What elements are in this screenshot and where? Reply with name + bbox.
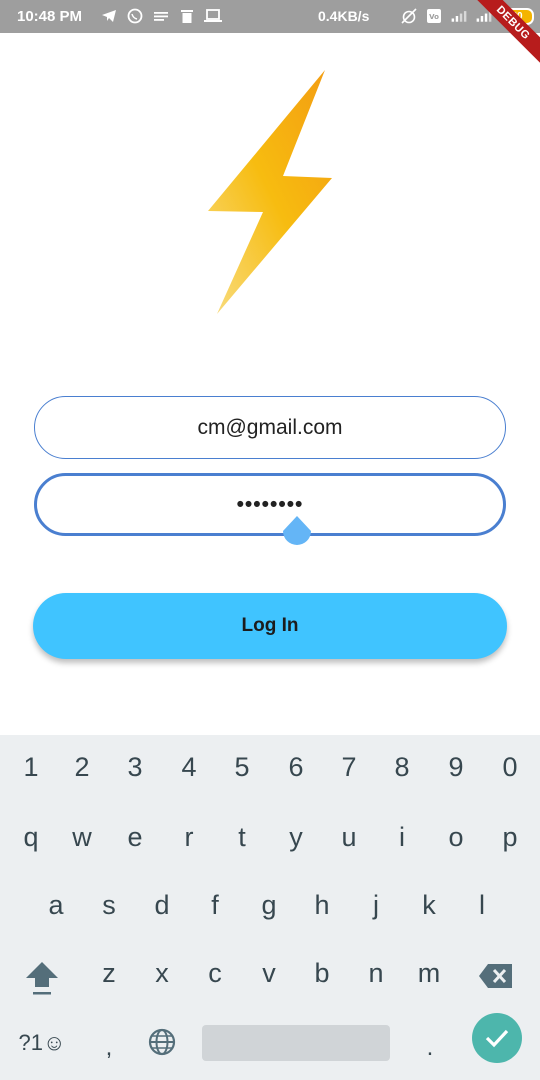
- key-p[interactable]: p: [486, 809, 534, 865]
- key-k[interactable]: k: [405, 877, 453, 933]
- key-v[interactable]: v: [245, 945, 293, 1001]
- key-comma[interactable]: ,: [85, 1020, 133, 1076]
- key-h[interactable]: h: [298, 877, 346, 933]
- key-period[interactable]: .: [406, 1020, 454, 1076]
- key-1[interactable]: 1: [7, 739, 55, 795]
- whatsapp-icon: [126, 7, 144, 25]
- key-5[interactable]: 5: [218, 739, 266, 795]
- shift-key-icon[interactable]: [23, 960, 61, 996]
- trash-icon: [178, 7, 196, 25]
- svg-text:Vo: Vo: [429, 13, 439, 21]
- key-n[interactable]: n: [352, 945, 400, 1001]
- key-g[interactable]: g: [245, 877, 293, 933]
- email-value: cm@gmail.com: [197, 415, 343, 439]
- login-button-label: Log In: [241, 615, 299, 636]
- key-3[interactable]: 3: [111, 739, 159, 795]
- checkmark-icon: [485, 1029, 509, 1048]
- key-s[interactable]: s: [85, 877, 133, 933]
- keyboard-row-1: q w e r t y u i o p: [0, 809, 540, 869]
- key-f[interactable]: f: [191, 877, 239, 933]
- status-time: 10:48 PM: [17, 8, 83, 25]
- key-u[interactable]: u: [325, 809, 373, 865]
- enter-key[interactable]: [472, 1013, 522, 1063]
- key-8[interactable]: 8: [378, 739, 426, 795]
- keyboard-row-2: a s d f g h j k l: [0, 877, 540, 937]
- key-6[interactable]: 6: [272, 739, 320, 795]
- key-2[interactable]: 2: [58, 739, 106, 795]
- key-r[interactable]: r: [165, 809, 213, 865]
- network-speed: 0.4KB/s: [318, 8, 370, 24]
- key-o[interactable]: o: [432, 809, 480, 865]
- key-a[interactable]: a: [32, 877, 80, 933]
- key-7[interactable]: 7: [325, 739, 373, 795]
- key-9[interactable]: 9: [432, 739, 480, 795]
- key-y[interactable]: y: [272, 809, 320, 865]
- key-i[interactable]: i: [378, 809, 426, 865]
- alarm-off-icon: [400, 7, 418, 25]
- globe-icon[interactable]: [147, 1027, 177, 1057]
- password-value: ••••••••: [236, 492, 304, 516]
- key-0[interactable]: 0: [486, 739, 534, 795]
- soft-keyboard: 1 2 3 4 5 6 7 8 9 0 q w e r t y u i o p …: [0, 735, 540, 1080]
- login-button[interactable]: Log In: [33, 593, 507, 659]
- backspace-key-icon[interactable]: [478, 963, 514, 989]
- lightning-bolt-logo: [208, 70, 332, 314]
- key-t[interactable]: t: [218, 809, 266, 865]
- key-4[interactable]: 4: [165, 739, 213, 795]
- key-e[interactable]: e: [111, 809, 159, 865]
- key-c[interactable]: c: [191, 945, 239, 1001]
- keyboard-row-3: z x c v b n m: [0, 945, 540, 1005]
- key-m[interactable]: m: [405, 945, 453, 1001]
- laptop-icon: [204, 7, 222, 25]
- key-q[interactable]: q: [7, 809, 55, 865]
- email-field[interactable]: cm@gmail.com: [34, 396, 506, 459]
- key-j[interactable]: j: [352, 877, 400, 933]
- key-b[interactable]: b: [298, 945, 346, 1001]
- status-icons-left: [100, 7, 222, 25]
- volte-icon: Vo: [425, 7, 443, 25]
- space-bar[interactable]: [202, 1025, 390, 1061]
- key-w[interactable]: w: [58, 809, 106, 865]
- key-d[interactable]: d: [138, 877, 186, 933]
- keyboard-row-numbers: 1 2 3 4 5 6 7 8 9 0: [0, 739, 540, 799]
- key-z[interactable]: z: [85, 945, 133, 1001]
- text-cursor-handle[interactable]: [282, 516, 312, 553]
- symbols-key[interactable]: ?1☺: [12, 1015, 72, 1071]
- status-bar: 10:48 PM 0.4KB/s Vo 80 DEBUG: [0, 0, 540, 69]
- key-x[interactable]: x: [138, 945, 186, 1001]
- password-field[interactable]: ••••••••: [34, 473, 506, 536]
- signal-4g-icon: [450, 7, 468, 25]
- notes-icon: [152, 7, 170, 25]
- key-l[interactable]: l: [458, 877, 506, 933]
- telegram-icon: [100, 7, 118, 25]
